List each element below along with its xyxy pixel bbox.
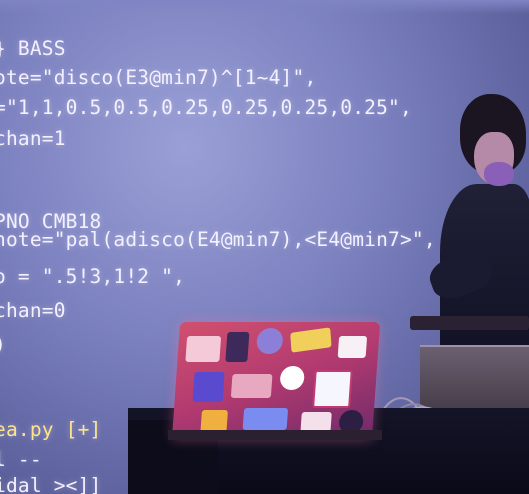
code-line: ote="disco(E3@min7)^[1~4]",: [0, 66, 317, 89]
code-line: ): [0, 330, 6, 359]
laptop-sticker: [230, 374, 273, 398]
laptop-sticker: [300, 412, 332, 432]
code-line: idal ><]]: [0, 474, 102, 494]
code-line: ="1,1,0.5,0.5,0.25,0.25,0.25,0.25",: [0, 96, 412, 119]
laptop: [171, 322, 381, 440]
laptop-sticker: [242, 408, 289, 430]
code-line: chan=0: [0, 299, 66, 322]
laptop-sticker: [185, 336, 222, 362]
laptop-sticker: [200, 410, 228, 432]
performer: [425, 90, 529, 354]
code-line: chan=1: [0, 127, 66, 150]
laptop-sticker: [192, 372, 225, 402]
code-line: } BASS: [0, 37, 66, 60]
code-line: l --: [0, 448, 42, 471]
code-line: note="pal(adisco(E4@min7),<E4@min7>",: [0, 228, 436, 251]
laptop-sticker: [225, 332, 250, 362]
mixer-shelf: [410, 316, 529, 330]
laptop-base: [168, 430, 382, 440]
performer-mask: [484, 162, 514, 186]
laptop-sticker: [290, 327, 332, 353]
code-line: ea.py [+]: [0, 418, 102, 441]
top-blur: [0, 0, 529, 14]
laptop-sticker: [312, 370, 353, 408]
code-line: o = ".5!3,1!2 ",: [0, 265, 186, 288]
photo-scene: } BASS ote="disco(E3@min7)^[1~4]", ="1,1…: [0, 0, 529, 494]
laptop-sticker: [337, 336, 368, 358]
laptop-sticker: [279, 366, 306, 390]
laptop-sticker: [255, 328, 284, 354]
